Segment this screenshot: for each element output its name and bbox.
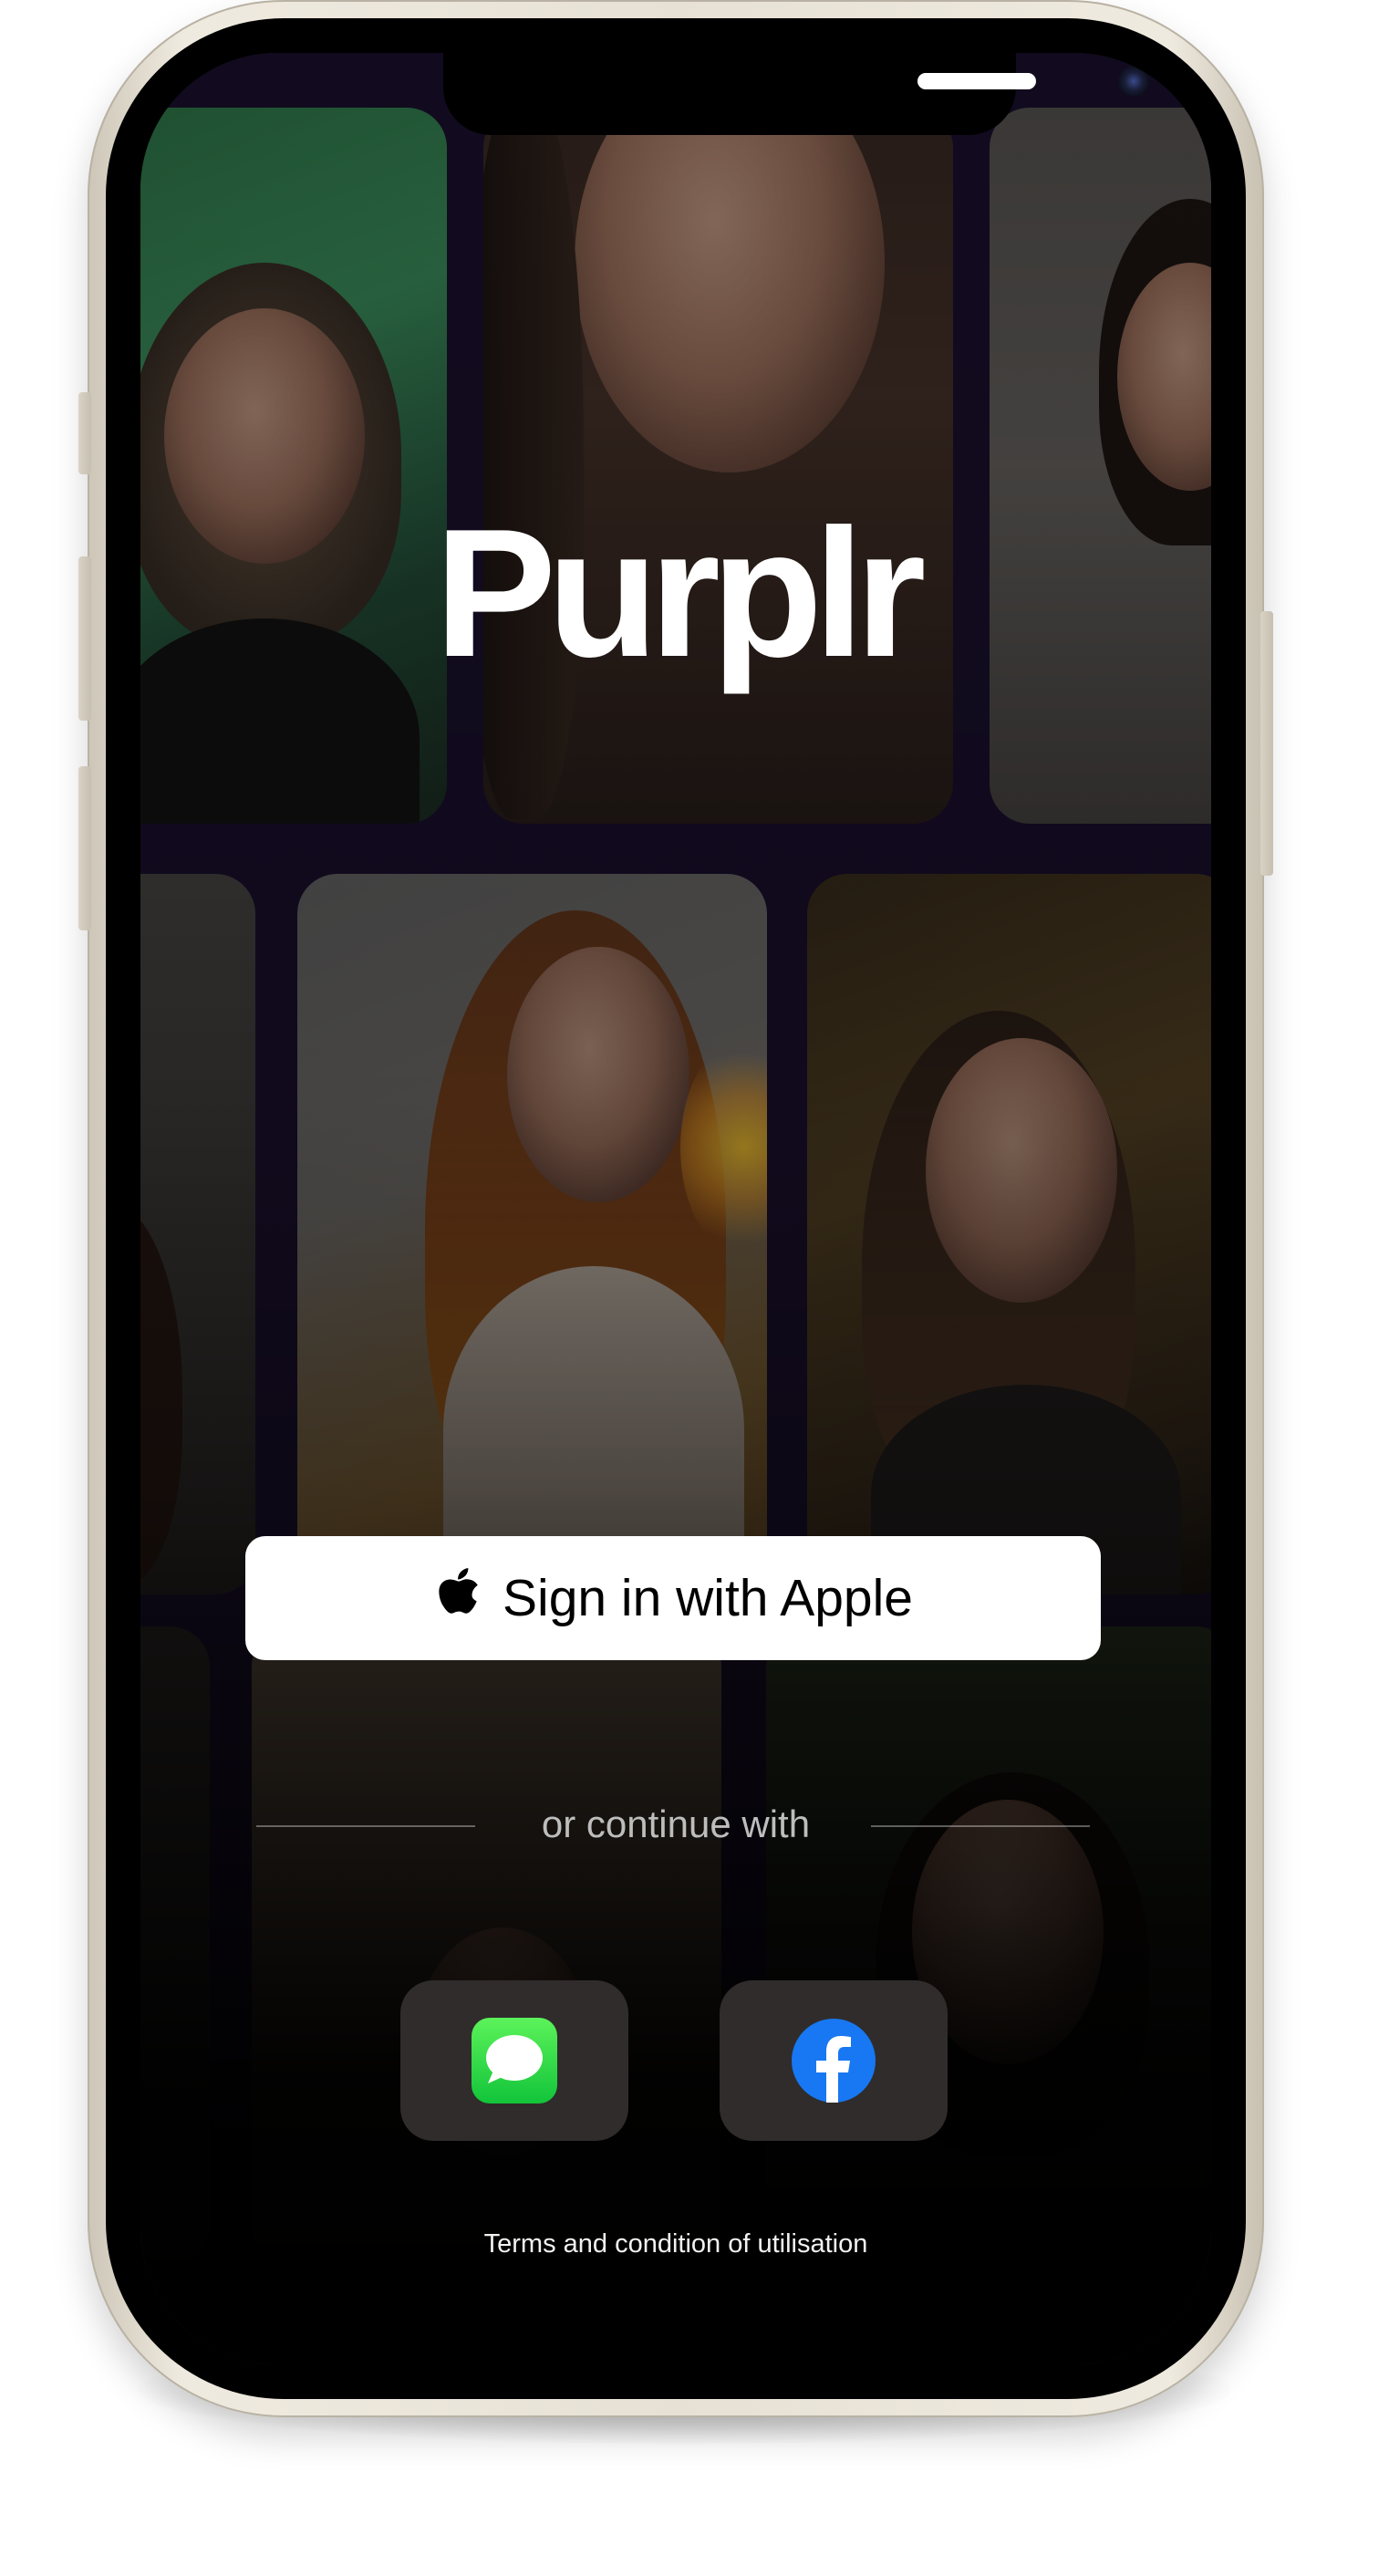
speaker-grille bbox=[917, 73, 1036, 89]
notch bbox=[443, 53, 1149, 135]
messages-login-button[interactable] bbox=[400, 1980, 628, 2141]
sign-in-with-apple-button[interactable]: Sign in with Apple bbox=[245, 1536, 1101, 1660]
apple-button-label: Sign in with Apple bbox=[503, 1569, 913, 1627]
messages-icon bbox=[472, 2018, 557, 2103]
facebook-login-button[interactable] bbox=[720, 1980, 948, 2141]
power-button bbox=[1260, 611, 1273, 876]
mute-switch bbox=[78, 392, 91, 474]
screen: Purplr Sign in with Apple or continue wi… bbox=[140, 53, 1211, 2364]
phone-frame: Purplr Sign in with Apple or continue wi… bbox=[78, 0, 1273, 2417]
volume-down-button bbox=[78, 766, 91, 930]
apple-icon bbox=[439, 1568, 478, 1614]
divider-text: or continue with bbox=[541, 1802, 811, 1845]
dark-gradient-overlay bbox=[140, 53, 1211, 2364]
app-logo: Purplr bbox=[434, 492, 927, 695]
front-camera bbox=[1118, 66, 1149, 97]
terms-link[interactable]: Terms and condition of utilisation bbox=[140, 2229, 1211, 2259]
volume-up-button bbox=[78, 556, 91, 721]
divider-line-right bbox=[871, 1825, 1090, 1827]
facebook-icon bbox=[792, 2019, 876, 2103]
